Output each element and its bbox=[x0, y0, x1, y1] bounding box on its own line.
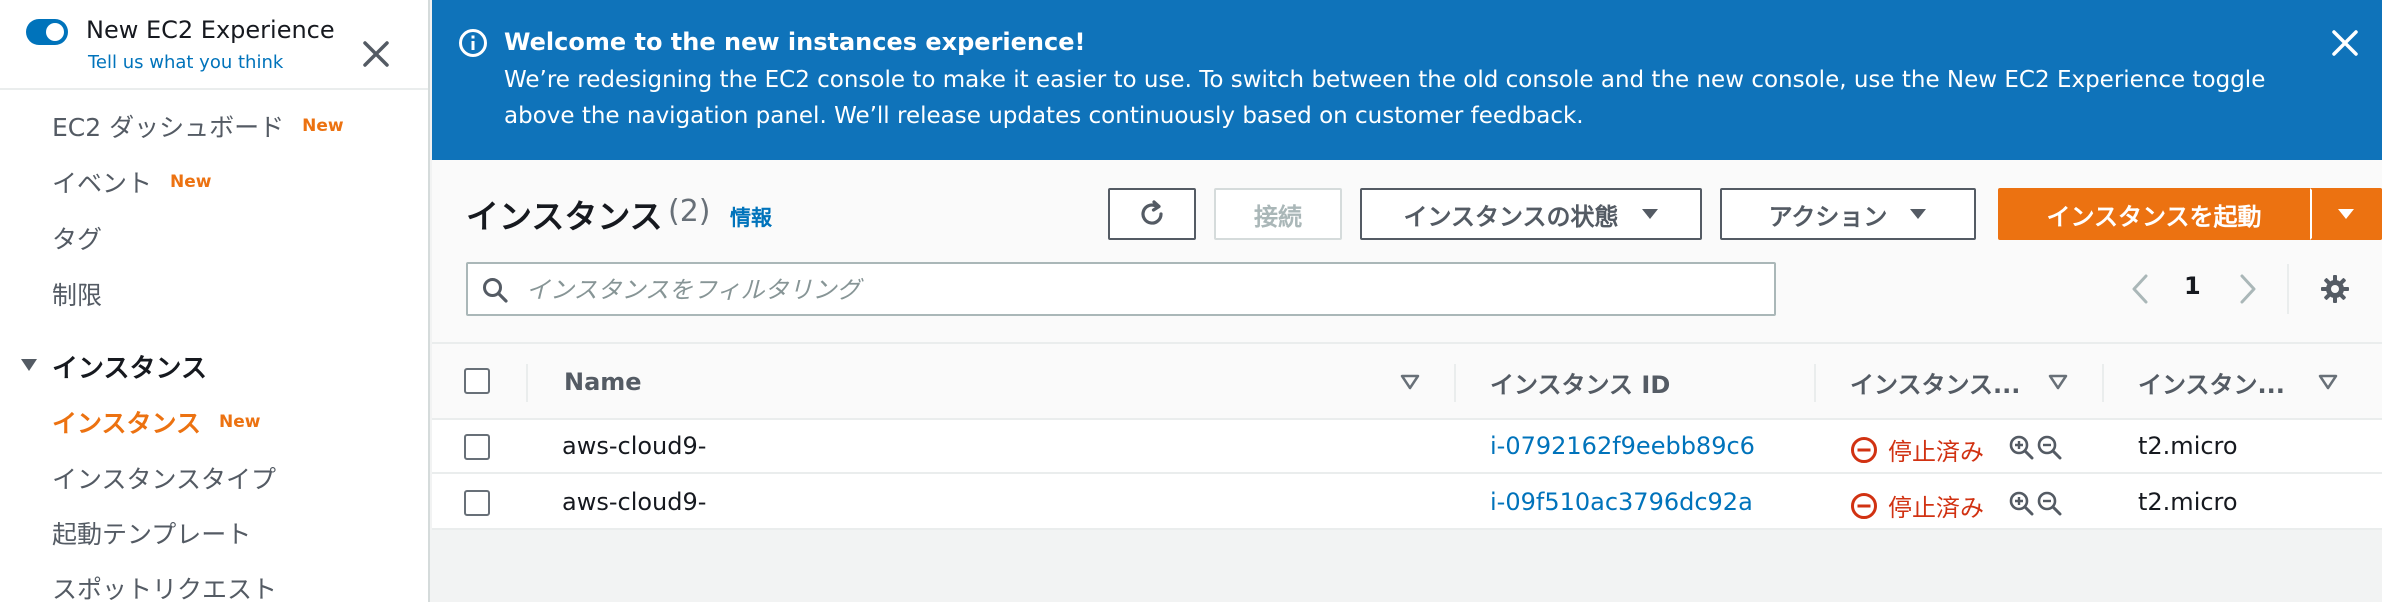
info-icon bbox=[459, 29, 487, 57]
actions-button[interactable]: アクション bbox=[1720, 188, 1976, 240]
info-banner: Welcome to the new instances experience!… bbox=[432, 0, 2382, 160]
close-icon[interactable] bbox=[356, 34, 396, 74]
column-divider bbox=[526, 364, 528, 402]
sidebar-item-limits[interactable]: 制限 bbox=[52, 276, 102, 312]
refresh-button[interactable] bbox=[1108, 188, 1196, 240]
new-badge: New bbox=[170, 172, 212, 192]
column-header-name[interactable]: Name bbox=[564, 344, 642, 420]
instance-state-button[interactable]: インスタンスの状態 bbox=[1360, 188, 1702, 240]
search-input[interactable] bbox=[526, 272, 1756, 308]
sidebar-item-label: EC2 ダッシュボード bbox=[52, 113, 285, 142]
search-box[interactable] bbox=[466, 262, 1776, 316]
launch-instances-dropdown[interactable] bbox=[2310, 188, 2382, 240]
sidebar-item-label: 起動テンプレート bbox=[52, 520, 252, 549]
sidebar-item-events[interactable]: イベント New bbox=[52, 164, 211, 200]
current-page-number[interactable]: 1 bbox=[2184, 272, 2201, 300]
zoom-in-icon[interactable] bbox=[2008, 434, 2034, 460]
instance-name: aws-cloud9- bbox=[562, 488, 707, 516]
table-footer-area bbox=[432, 530, 2382, 602]
sidebar-item-instances[interactable]: インスタンス New bbox=[52, 404, 260, 440]
sidebar-item-instance-types[interactable]: インスタンスタイプ bbox=[52, 460, 276, 496]
row-checkbox[interactable] bbox=[464, 434, 490, 460]
sidebar-section-instances[interactable]: インスタンス bbox=[52, 348, 207, 385]
table-row[interactable]: aws-cloud9- i-09f510ac3796dc92a 停止済み t2.… bbox=[432, 476, 2382, 530]
search-icon bbox=[483, 278, 508, 303]
sidebar-item-label: スポットリクエスト bbox=[52, 575, 278, 602]
zoom-in-icon[interactable] bbox=[2008, 490, 2034, 516]
sidebar-item-label: インスタンス bbox=[52, 409, 202, 438]
zoom-out-icon[interactable] bbox=[2036, 434, 2062, 460]
instance-state: 停止済み bbox=[1850, 432, 1984, 467]
feedback-link[interactable]: Tell us what you think bbox=[88, 52, 283, 73]
sidebar-item-tags[interactable]: タグ bbox=[52, 220, 102, 256]
instance-count: (2) bbox=[668, 194, 711, 229]
sidebar-item-label: タグ bbox=[52, 225, 103, 254]
instance-state-label: 停止済み bbox=[1888, 494, 1984, 522]
instance-id-link[interactable]: i-09f510ac3796dc92a bbox=[1490, 488, 1753, 516]
instance-state-label: 停止済み bbox=[1888, 438, 1984, 466]
new-badge: New bbox=[219, 412, 261, 432]
caret-down-icon[interactable] bbox=[20, 358, 38, 372]
sidebar-header: New EC2 Experience Tell us what you thin… bbox=[0, 0, 428, 90]
sort-icon[interactable] bbox=[1400, 374, 1420, 390]
instance-type: t2.micro bbox=[2138, 432, 2238, 460]
banner-title: Welcome to the new instances experience! bbox=[504, 28, 1086, 56]
chevron-left-icon[interactable] bbox=[2128, 272, 2152, 306]
instances-header: インスタンス (2) 情報 接続 インスタンスの状態 アクション インスタンスを… bbox=[432, 160, 2382, 342]
info-link[interactable]: 情報 bbox=[730, 202, 772, 232]
select-all-checkbox[interactable] bbox=[464, 368, 490, 394]
column-header-instance-state[interactable]: インスタンス... bbox=[1850, 344, 2020, 420]
chevron-right-icon[interactable] bbox=[2236, 272, 2260, 306]
new-badge: New bbox=[302, 116, 344, 136]
actions-label: アクション bbox=[1768, 202, 1888, 231]
sort-icon[interactable] bbox=[2048, 374, 2068, 390]
refresh-icon bbox=[1141, 200, 1163, 225]
column-header-instance-id[interactable]: インスタンス ID bbox=[1490, 344, 1670, 420]
column-divider bbox=[2102, 364, 2104, 402]
caret-down-icon bbox=[1641, 209, 1658, 219]
column-divider bbox=[1814, 364, 1816, 402]
table-header: Name インスタンス ID インスタンス... インスタン... bbox=[432, 342, 2382, 420]
instance-state: 停止済み bbox=[1850, 488, 1984, 523]
sidebar-item-spot-requests[interactable]: スポットリクエスト bbox=[52, 570, 277, 602]
sidebar: New EC2 Experience Tell us what you thin… bbox=[0, 0, 430, 602]
instance-state-label: インスタンスの状態 bbox=[1403, 202, 1619, 231]
sidebar-item-launch-templates[interactable]: 起動テンプレート bbox=[52, 515, 251, 551]
zoom-out-icon[interactable] bbox=[2036, 490, 2062, 516]
column-header-instance-type[interactable]: インスタン... bbox=[2138, 344, 2285, 420]
table-row[interactable]: aws-cloud9- i-0792162f9eebb89c6 停止済み t2.… bbox=[432, 420, 2382, 474]
sidebar-item-ec2-dashboard[interactable]: EC2 ダッシュボード New bbox=[52, 108, 344, 144]
toggle-knob bbox=[46, 23, 64, 41]
toggle-title: New EC2 Experience bbox=[86, 16, 335, 44]
sidebar-item-label: インスタンスタイプ bbox=[52, 465, 277, 494]
stop-icon bbox=[1851, 492, 1877, 519]
sidebar-item-label: 制限 bbox=[52, 281, 103, 310]
close-icon[interactable] bbox=[2328, 26, 2362, 60]
row-checkbox[interactable] bbox=[464, 490, 490, 516]
stop-icon bbox=[1851, 436, 1877, 463]
launch-instances-button[interactable]: インスタンスを起動 bbox=[1998, 188, 2310, 240]
divider bbox=[2287, 264, 2289, 314]
sort-icon[interactable] bbox=[2318, 374, 2338, 390]
caret-down-icon bbox=[2338, 209, 2354, 219]
connect-button[interactable]: 接続 bbox=[1214, 188, 1342, 240]
page-title: インスタンス bbox=[466, 197, 663, 236]
instance-id-link[interactable]: i-0792162f9eebb89c6 bbox=[1490, 432, 1755, 460]
column-divider bbox=[1454, 364, 1456, 402]
instance-type: t2.micro bbox=[2138, 488, 2238, 516]
sidebar-item-label: イベント bbox=[52, 169, 153, 198]
instance-name: aws-cloud9- bbox=[562, 432, 707, 460]
main-content: インスタンス (2) 情報 接続 インスタンスの状態 アクション インスタンスを… bbox=[432, 160, 2382, 602]
banner-body: We’re redesigning the EC2 console to mak… bbox=[504, 67, 2266, 129]
caret-down-icon bbox=[1910, 209, 1927, 219]
gear-icon[interactable] bbox=[2320, 274, 2350, 304]
new-experience-toggle[interactable] bbox=[26, 19, 68, 45]
